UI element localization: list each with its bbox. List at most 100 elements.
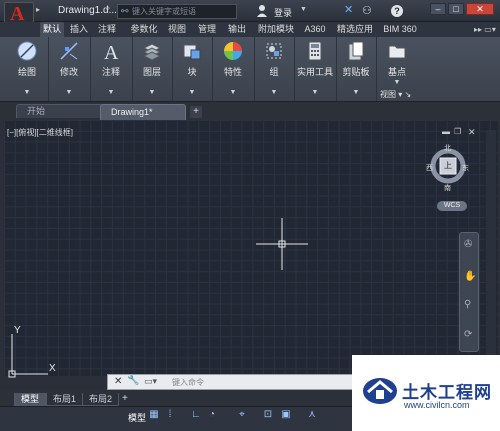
compass-south-label[interactable]: 南 — [444, 183, 451, 193]
chevron-down-icon[interactable]: ▼ — [212, 89, 254, 96]
pan-hand-icon[interactable]: ✋ — [464, 271, 476, 282]
clipboard-panel-button[interactable]: 剪贴板 ▼ — [336, 37, 377, 101]
grid-icon[interactable]: ▦ — [148, 409, 160, 421]
command-prompt-icon[interactable]: ▭▾ — [144, 376, 157, 387]
draw-panel-button[interactable]: 绘图 ▼ — [6, 37, 49, 101]
crosshair-cursor-icon — [256, 218, 308, 270]
new-tab-button[interactable]: + — [190, 106, 202, 118]
viewcube-top-label[interactable]: 上 — [444, 160, 452, 171]
viewport-minimize-icon[interactable]: ▬ — [442, 127, 450, 136]
view-panel-title[interactable]: 视图 ▾ ↘ — [380, 89, 411, 100]
ortho-icon[interactable]: ∟ — [190, 409, 202, 421]
file-tab-start[interactable]: 开始 — [16, 104, 104, 118]
orbit-icon[interactable]: ⟳ — [464, 329, 472, 340]
tab-featured-apps[interactable]: 精选应用 — [336, 22, 374, 37]
maximize-button[interactable]: □ — [448, 3, 464, 15]
layers-panel-label: 图层 — [142, 67, 161, 77]
tab-parametric[interactable]: 参数化 — [128, 22, 160, 37]
snap-icon[interactable]: ⁞ — [164, 409, 176, 421]
chevron-down-icon[interactable]: ▼ — [300, 6, 307, 13]
chevron-down-icon[interactable]: ▼ — [6, 89, 48, 96]
annotation-icon: A — [104, 42, 119, 62]
search-input[interactable]: ⚯ 键入关键字或短语 — [117, 4, 237, 19]
chevron-down-icon[interactable]: ▼ — [48, 89, 90, 96]
ribbon-panel: 绘图 ▼ 修改 ▼ A 注释 ▼ 图层 ▼ 块 ▼ 特性 ▼ 组 ▼ 实用工具 … — [0, 37, 500, 102]
properties-panel-button[interactable]: 特性 ▼ — [212, 37, 255, 101]
application-menu-button[interactable]: A — [4, 2, 34, 25]
lineweight-icon[interactable]: ▣ — [280, 409, 292, 421]
tab-view[interactable]: 视图 — [166, 22, 188, 37]
tab-insert[interactable]: 插入 — [68, 22, 90, 37]
tab-manage[interactable]: 管理 — [196, 22, 218, 37]
tab-a360[interactable]: A360 — [302, 22, 328, 37]
modify-panel-label: 修改 — [59, 67, 78, 77]
layout-tab-layout2[interactable]: 布局2 — [82, 393, 120, 406]
wrench-icon[interactable]: 🔧 — [127, 375, 139, 386]
chevron-down-icon[interactable]: ▼ — [132, 89, 172, 96]
layout-tab-model[interactable]: 模型 — [14, 393, 47, 406]
chevron-down-icon[interactable]: ▼ — [254, 89, 294, 96]
tab-annotate[interactable]: 注释 — [96, 22, 118, 37]
properties-panel-label: 特性 — [223, 67, 242, 77]
navigation-bar[interactable]: ✇ ✋ ⚲ ⟳ — [459, 232, 479, 352]
user-icon — [257, 5, 267, 17]
file-tab-drawing[interactable]: Drawing1* — [100, 104, 186, 120]
viewport-close-icon[interactable]: ✕ — [468, 127, 476, 138]
compass-east-label[interactable]: 东 — [462, 163, 469, 173]
model-space-button[interactable]: 模型 — [128, 411, 146, 424]
group-panel-button[interactable]: 组 ▼ — [254, 37, 295, 101]
steering-wheel-icon[interactable]: ✇ — [464, 239, 472, 250]
block-panel-button[interactable]: 块 ▼ — [172, 37, 213, 101]
polar-icon[interactable]: ◔ — [206, 409, 218, 421]
layout-tab-layout1[interactable]: 布局1 — [46, 393, 84, 406]
add-layout-button[interactable]: + — [122, 393, 128, 404]
search-placeholder: 键入关键字或短语 — [132, 7, 196, 16]
clipboard-panel-label: 剪贴板 — [342, 67, 370, 77]
account-icon[interactable]: ⚇ — [362, 4, 372, 17]
drawing-canvas[interactable] — [4, 120, 498, 376]
exchange-icon[interactable]: ✕ — [344, 3, 353, 16]
chevron-down-icon[interactable]: ▼ — [172, 89, 212, 96]
group-icon — [266, 43, 282, 59]
utilities-panel-button[interactable]: 实用工具 ▼ — [294, 37, 337, 101]
tab-home[interactable]: 默认 — [40, 22, 64, 37]
quick-access-arrow-icon[interactable]: ▸ — [36, 5, 40, 14]
watermark-url: www.civilcn.com — [404, 400, 470, 410]
wcs-menu-button[interactable]: WCS — [437, 201, 467, 211]
zoom-icon[interactable]: ⚲ — [464, 299, 471, 310]
compass-west-label[interactable]: 西 — [426, 163, 433, 173]
view-panel-label: 视图 — [380, 90, 396, 99]
tabs-overflow-icon[interactable]: ▸▸ ▭▾ — [474, 22, 496, 37]
chevron-down-icon[interactable]: ▼ — [376, 79, 418, 86]
ucs-y-label: Y — [14, 325, 21, 336]
chevron-down-icon[interactable]: ▼ — [294, 89, 336, 96]
tab-bim360[interactable]: BIM 360 — [382, 22, 418, 37]
chevron-down-icon[interactable]: ▼ — [336, 89, 376, 96]
utilities-panel-label: 实用工具 — [296, 67, 333, 77]
command-input[interactable]: 键入命令 — [172, 377, 204, 388]
dynamic-ucs-icon[interactable]: ⊡ — [262, 409, 274, 421]
double-chevron-icon[interactable]: » — [106, 5, 110, 12]
annotation-scale-icon[interactable]: ⋏ — [306, 409, 318, 421]
svg-text:A: A — [104, 42, 119, 62]
watermark-logo — [363, 378, 397, 404]
help-icon[interactable]: ? — [391, 5, 403, 17]
minimize-button[interactable]: – — [430, 3, 446, 15]
annotation-panel-button[interactable]: A 注释 ▼ — [90, 37, 133, 101]
compass-north-label[interactable]: 北 — [444, 143, 451, 153]
block-panel-label: 块 — [187, 67, 197, 77]
osnap-icon[interactable]: ⌖ — [236, 409, 248, 421]
binoculars-icon: ⚯ — [121, 6, 129, 16]
chevron-down-icon[interactable]: ▼ — [90, 89, 132, 96]
modify-panel-button[interactable]: 修改 ▼ — [48, 37, 91, 101]
layers-panel-button[interactable]: 图层 ▼ — [132, 37, 173, 101]
close-icon[interactable]: ✕ — [114, 376, 122, 387]
close-button[interactable]: ✕ — [466, 3, 494, 15]
vertical-scrollbar[interactable] — [486, 130, 496, 370]
tab-output[interactable]: 输出 — [226, 22, 248, 37]
login-link[interactable]: 登录 — [274, 6, 292, 19]
tab-addins[interactable]: 附加模块 — [256, 22, 296, 37]
viewport-controls[interactable]: [−][俯视][二维线框] — [7, 127, 73, 138]
viewport-restore-icon[interactable]: ❐ — [454, 127, 461, 136]
group-panel-label: 组 — [269, 67, 279, 77]
